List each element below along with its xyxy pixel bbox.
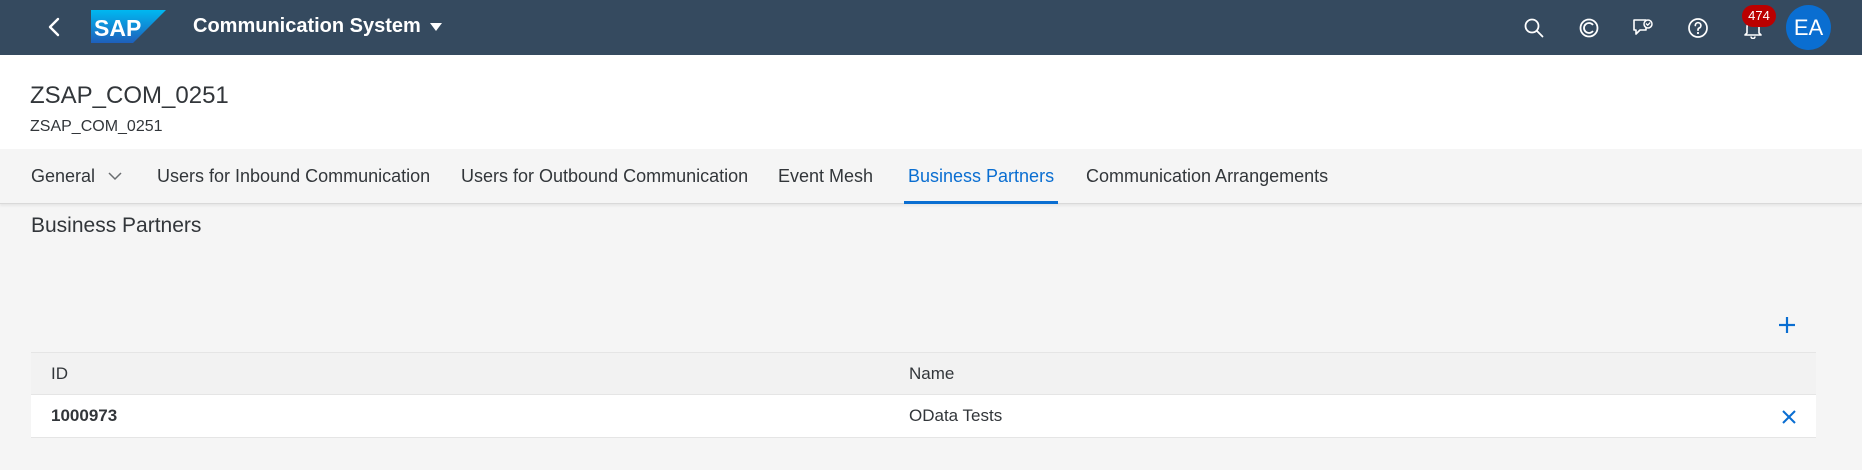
page-subtitle: ZSAP_COM_0251 [30, 118, 163, 135]
notification-badge: 474 [1742, 5, 1776, 27]
caret-down-icon [429, 22, 442, 31]
section-title: Business Partners [31, 214, 202, 237]
tab-general[interactable]: General [31, 149, 123, 203]
tab-label: Event Mesh [778, 166, 874, 186]
table-header: ID Name [31, 352, 1816, 395]
sap-logo[interactable]: SAP [91, 10, 166, 43]
cell-id: 1000973 [51, 406, 118, 425]
sap-logo-text: SAP [94, 15, 141, 41]
tab-label: General [31, 166, 96, 186]
app-title-menu[interactable]: Communication System [193, 15, 443, 38]
column-header-name[interactable]: Name [909, 353, 954, 394]
tab-event-mesh[interactable]: Event Mesh [778, 149, 873, 203]
copilot-icon[interactable] [1573, 12, 1605, 44]
business-partners-table: ID Name 1000973 OData Tests [31, 352, 1816, 438]
tab-users-outbound[interactable]: Users for Outbound Communication [461, 149, 748, 203]
tab-bar: General Users for Inbound Communication … [0, 149, 1862, 204]
object-header: ZSAP_COM_0251 ZSAP_COM_0251 [0, 55, 1862, 149]
tab-label: Users for Outbound Communication [461, 166, 749, 186]
chevron-down-icon [108, 172, 122, 181]
tab-label: Business Partners [908, 166, 1055, 186]
tab-users-inbound[interactable]: Users for Inbound Communication [157, 149, 430, 203]
app-title: Communication System [193, 15, 421, 37]
tab-label: Communication Arrangements [1086, 166, 1329, 186]
shell-bar: SAP Communication System 474 EA [0, 0, 1862, 55]
feedback-icon[interactable] [1627, 12, 1659, 44]
tab-communication-arrangements[interactable]: Communication Arrangements [1086, 149, 1328, 203]
add-icon[interactable] [1773, 311, 1801, 339]
cell-name: OData Tests [909, 406, 1003, 425]
page-title: ZSAP_COM_0251 [30, 82, 229, 109]
tab-business-partners[interactable]: Business Partners [903, 149, 1059, 204]
avatar[interactable]: EA [1786, 5, 1831, 50]
help-icon[interactable] [1682, 12, 1714, 44]
delete-icon[interactable] [1777, 405, 1801, 429]
table-row[interactable]: 1000973 OData Tests [31, 395, 1816, 438]
tab-label: Users for Inbound Communication [157, 166, 431, 186]
search-icon[interactable] [1518, 12, 1550, 44]
column-header-id[interactable]: ID [51, 353, 68, 394]
back-icon[interactable] [40, 12, 70, 42]
